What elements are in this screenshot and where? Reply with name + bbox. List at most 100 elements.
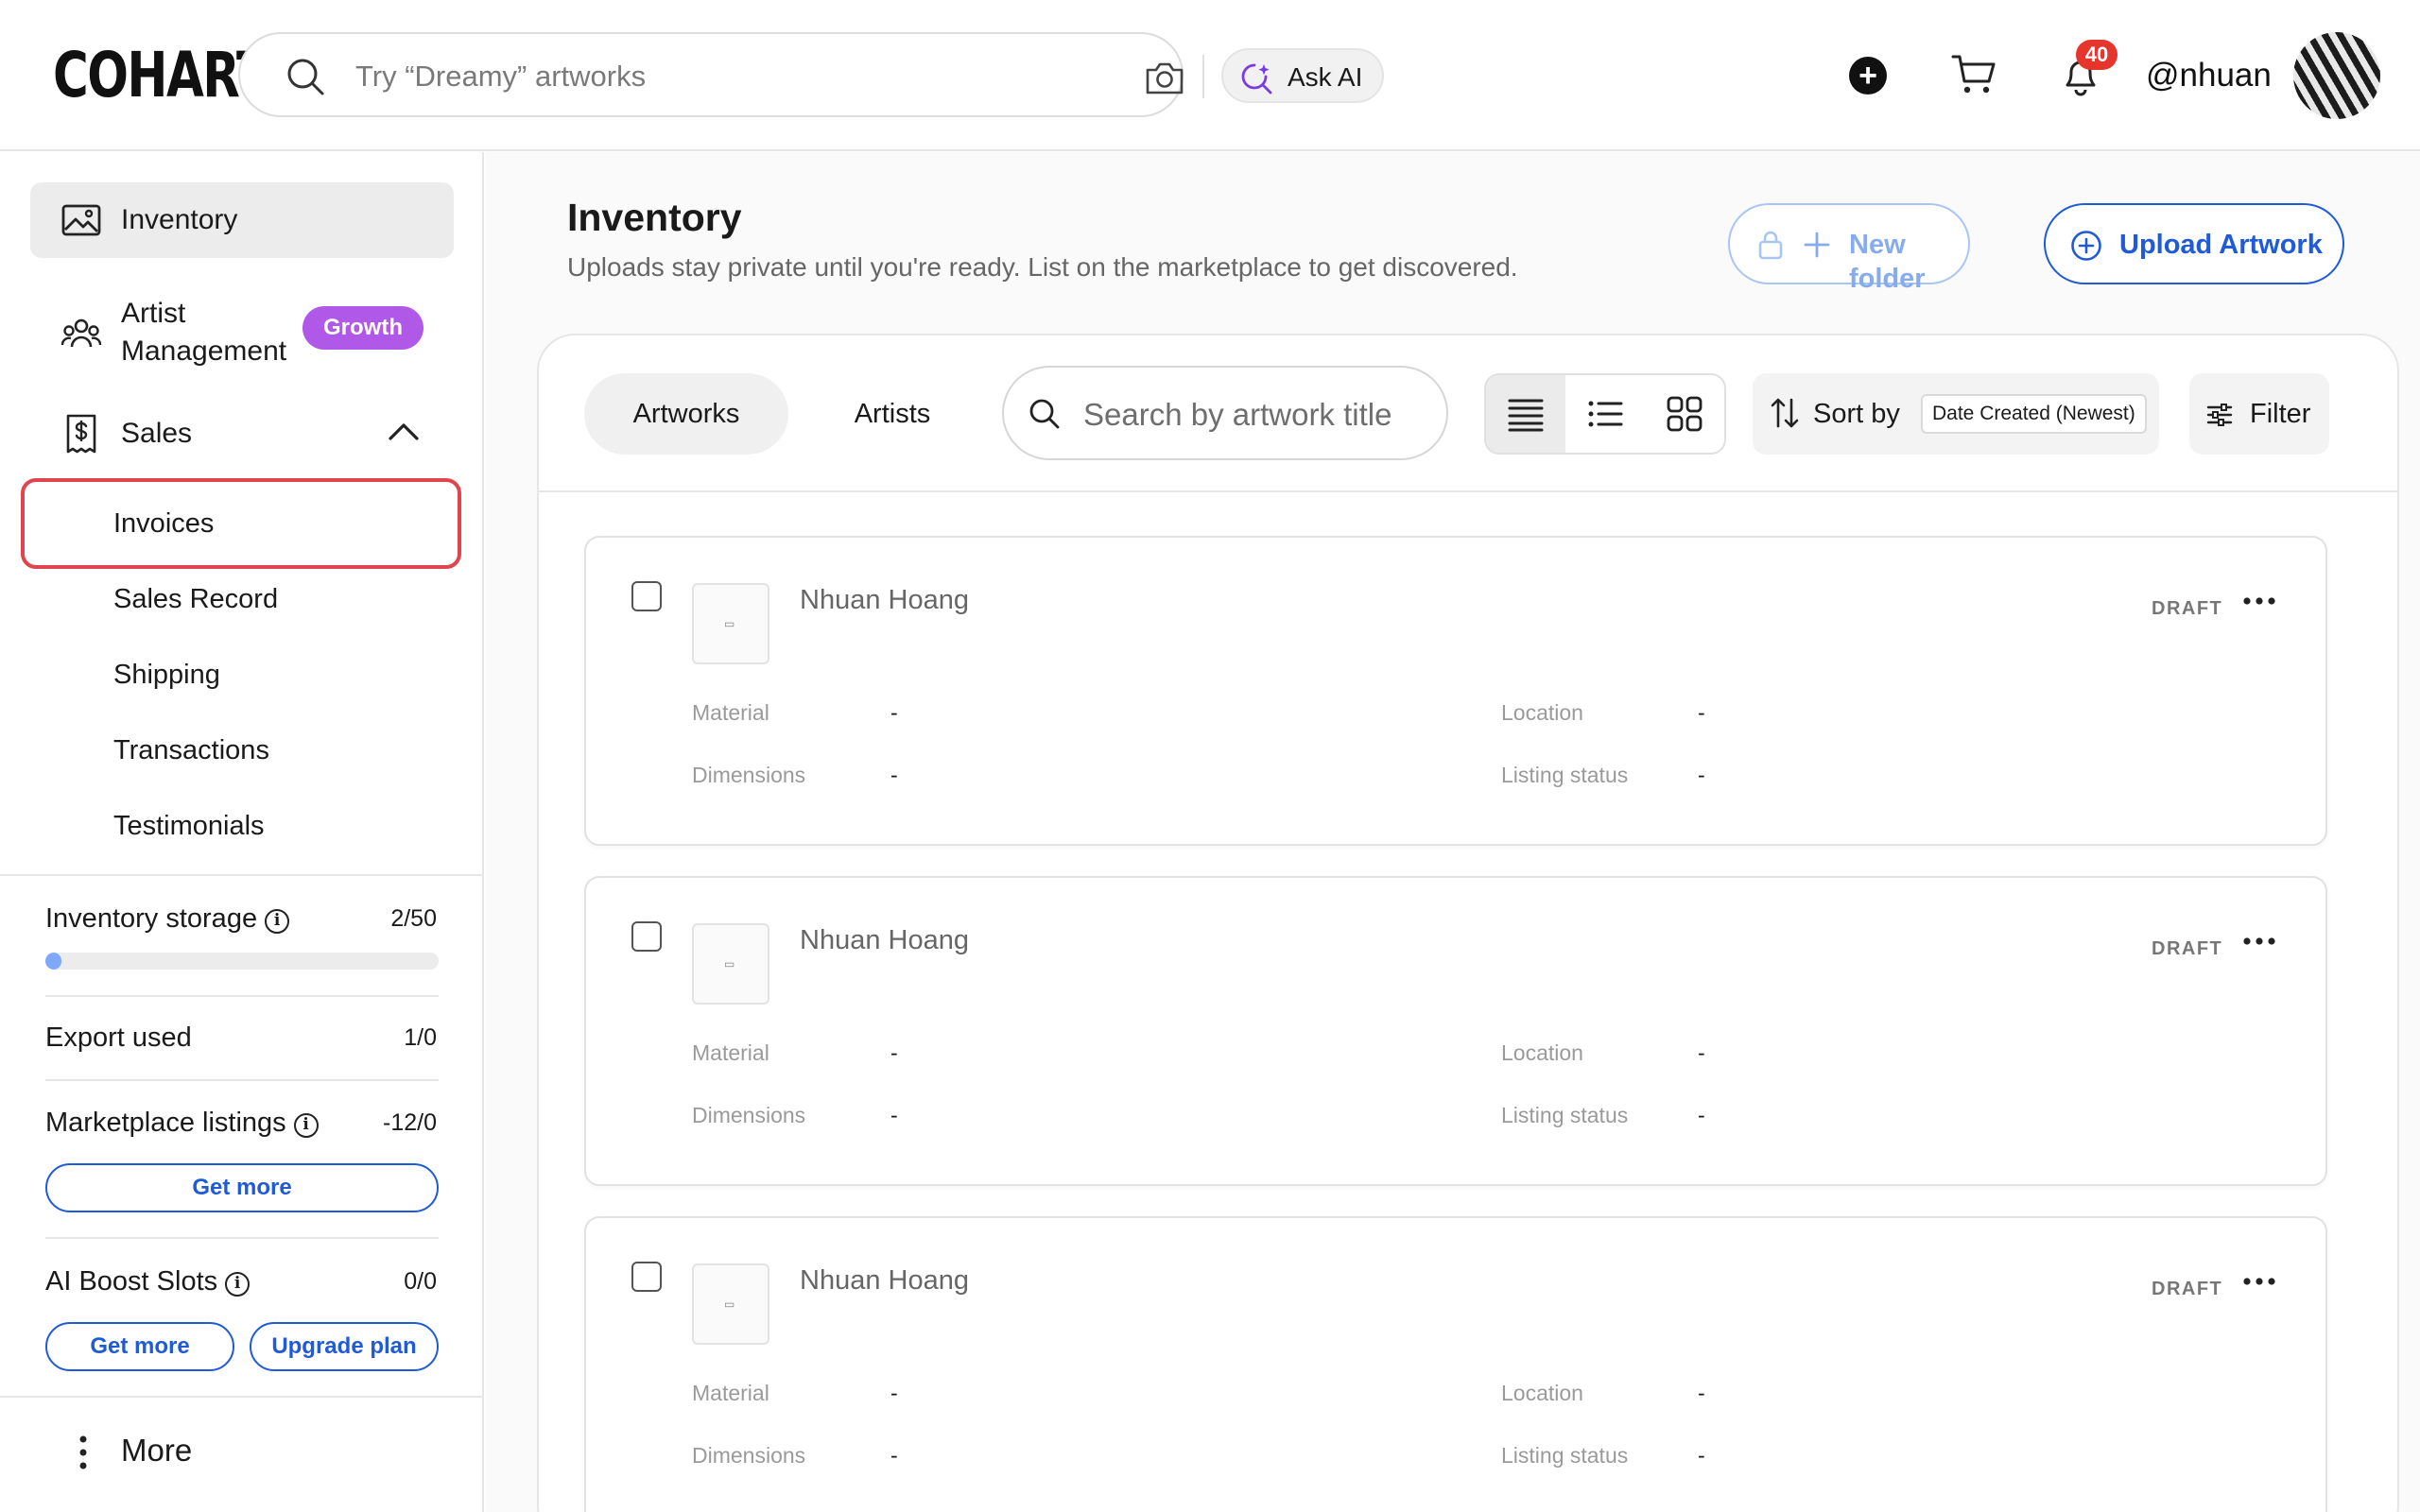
- filter-sliders-icon: [2206, 404, 2233, 426]
- grid-icon: [1667, 396, 1703, 432]
- view-list-button[interactable]: [1565, 375, 1645, 453]
- main-content: Inventory Uploads stay private until you…: [486, 152, 2420, 1512]
- material-value: -: [890, 700, 898, 725]
- search-icon: [287, 59, 324, 95]
- sidebar: Inventory Artist Management Growth Sales…: [0, 152, 484, 1512]
- more-horizontal-icon[interactable]: [2242, 1275, 2276, 1288]
- sort-select[interactable]: Date Created (Newest): [1921, 394, 2147, 434]
- chevron-up-icon[interactable]: [388, 421, 420, 441]
- artwork-card[interactable]: ▭ Nhuan Hoang DRAFT Material - Dimension…: [584, 876, 2327, 1186]
- inventory-storage-progress: [45, 953, 439, 970]
- artwork-checkbox[interactable]: [631, 1262, 662, 1292]
- marketplace-get-more-button[interactable]: Get more: [45, 1163, 439, 1212]
- artwork-artist-name: Nhuan Hoang: [800, 585, 969, 615]
- location-value: -: [1698, 700, 1705, 725]
- sidebar-subitem-shipping[interactable]: Shipping: [113, 657, 220, 693]
- sidebar-subitem-transactions[interactable]: Transactions: [113, 732, 269, 768]
- ask-ai-label: Ask AI: [1288, 62, 1363, 92]
- toolbar-divider: [539, 490, 2397, 492]
- username-label[interactable]: @nhuan: [2146, 55, 2272, 96]
- more-horizontal-icon[interactable]: [2242, 935, 2276, 948]
- growth-plan-badge: Growth: [302, 306, 424, 350]
- artwork-status-badge: DRAFT: [2152, 1279, 2223, 1299]
- artwork-card[interactable]: ▭ Nhuan Hoang DRAFT Material - Dimension…: [584, 1216, 2327, 1512]
- sidebar-item-inventory[interactable]: Inventory: [30, 182, 454, 258]
- new-folder-button[interactable]: New folder: [1728, 203, 1970, 294]
- ai-sparkle-search-icon: [1241, 63, 1272, 94]
- view-grid-button[interactable]: [1645, 375, 1724, 453]
- location-value: -: [1698, 1040, 1705, 1065]
- tab-artworks[interactable]: Artworks: [584, 373, 788, 455]
- dimensions-label: Dimensions: [692, 1443, 806, 1468]
- material-value: -: [890, 1381, 898, 1405]
- dimensions-label: Dimensions: [692, 763, 806, 787]
- dimensions-label: Dimensions: [692, 1103, 806, 1127]
- material-label: Material: [692, 1381, 769, 1405]
- ai-boost-slots-value: 0/0: [404, 1268, 437, 1295]
- info-icon[interactable]: i: [265, 909, 290, 934]
- invoices-highlight-box: [21, 478, 461, 569]
- sidebar-item-label: Artist: [121, 298, 186, 329]
- avatar[interactable]: [2293, 32, 2380, 119]
- location-label: Location: [1501, 1040, 1583, 1065]
- ask-ai-button[interactable]: Ask AI: [1221, 48, 1384, 103]
- material-label: Material: [692, 700, 769, 725]
- marketplace-listings-row: Marketplace listings i: [45, 1105, 319, 1141]
- artwork-status-badge: DRAFT: [2152, 598, 2223, 619]
- location-value: -: [1698, 1381, 1705, 1405]
- artwork-thumbnail[interactable]: ▭: [692, 1263, 769, 1345]
- filter-button[interactable]: Filter: [2189, 373, 2329, 455]
- search-placeholder[interactable]: Try “Dreamy” artworks: [355, 57, 646, 96]
- dollar-doc-icon: [66, 414, 96, 454]
- inventory-storage-progress-fill: [45, 953, 61, 970]
- listing-status-label: Listing status: [1501, 763, 1629, 787]
- ai-boost-get-more-button[interactable]: Get more: [45, 1322, 234, 1371]
- export-used-label: Export used: [45, 1022, 192, 1053]
- cart-icon[interactable]: [1951, 53, 1996, 96]
- people-icon: [60, 318, 102, 348]
- artwork-checkbox[interactable]: [631, 581, 662, 611]
- usage-divider: [45, 1237, 439, 1239]
- sidebar-subitem-testimonials[interactable]: Testimonials: [113, 808, 265, 844]
- tab-artists[interactable]: Artists: [807, 373, 977, 455]
- more-menu-label[interactable]: More: [121, 1432, 192, 1469]
- usage-divider: [45, 995, 439, 997]
- upload-artwork-label: Upload Artwork: [2119, 230, 2323, 260]
- broken-image-icon: ▭: [724, 617, 735, 630]
- plus-circle-icon: [2071, 231, 2101, 261]
- sidebar-subitem-sales-record[interactable]: Sales Record: [113, 581, 278, 617]
- artwork-thumbnail[interactable]: ▭: [692, 923, 769, 1005]
- page-subtitle: Uploads stay private until you're ready.…: [567, 252, 1518, 282]
- material-label: Material: [692, 1040, 769, 1065]
- search-icon: [1029, 399, 1060, 429]
- camera-icon[interactable]: [1144, 59, 1185, 96]
- inventory-storage-label: Inventory storage: [45, 903, 258, 934]
- upgrade-plan-button[interactable]: Upgrade plan: [250, 1322, 439, 1371]
- sort-control[interactable]: Sort by Date Created (Newest): [1753, 373, 2159, 455]
- inventory-storage-row: Inventory storage i: [45, 901, 290, 936]
- info-icon[interactable]: i: [293, 1113, 319, 1138]
- info-icon[interactable]: i: [225, 1272, 251, 1297]
- new-folder-label: New folder: [1849, 230, 1926, 294]
- artwork-artist-name: Nhuan Hoang: [800, 1265, 969, 1296]
- image-icon: [61, 204, 101, 236]
- artwork-artist-name: Nhuan Hoang: [800, 925, 969, 955]
- cohart-logo[interactable]: COHART: [53, 42, 269, 110]
- export-used-value: 1/0: [404, 1024, 437, 1051]
- usage-divider: [45, 1079, 439, 1081]
- artwork-thumbnail[interactable]: ▭: [692, 583, 769, 664]
- artwork-checkbox[interactable]: [631, 921, 662, 952]
- view-compact-list-button[interactable]: [1486, 375, 1565, 453]
- listing-status-label: Listing status: [1501, 1103, 1629, 1127]
- global-search-bar[interactable]: Try “Dreamy” artworks Ask AI: [238, 32, 1384, 117]
- artwork-card[interactable]: ▭ Nhuan Hoang DRAFT Material - Dimension…: [584, 536, 2327, 846]
- upload-artwork-button[interactable]: Upload Artwork: [2044, 203, 2344, 284]
- create-plus-icon[interactable]: +: [1849, 57, 1887, 94]
- more-vertical-icon[interactable]: [79, 1435, 87, 1469]
- artwork-search-placeholder: Search by artwork title: [1083, 397, 1392, 432]
- more-horizontal-icon[interactable]: [2242, 594, 2276, 608]
- material-value: -: [890, 1040, 898, 1065]
- artwork-search-input[interactable]: Search by artwork title: [1002, 366, 1448, 460]
- listing-status-value: -: [1698, 763, 1705, 787]
- sidebar-subitem-invoices[interactable]: Invoices: [113, 506, 214, 541]
